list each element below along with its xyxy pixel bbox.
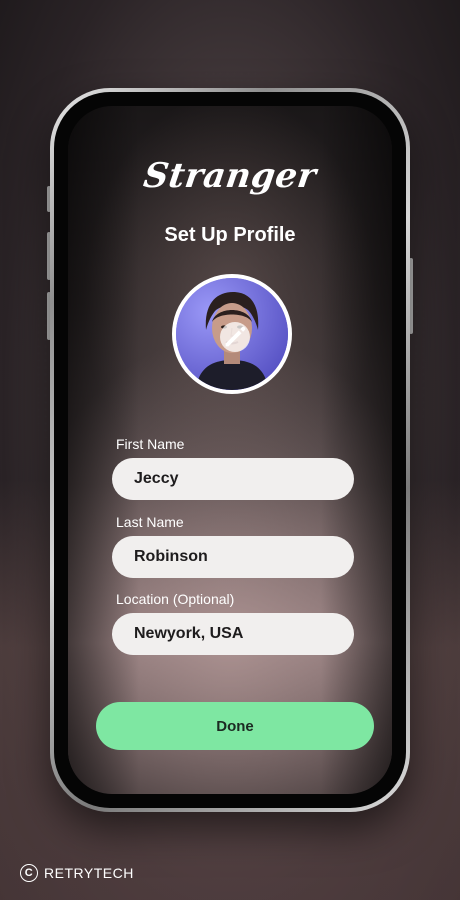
edit-photo-button[interactable] bbox=[220, 322, 250, 352]
brand-watermark: C RETRYTECH bbox=[20, 864, 134, 882]
last-name-label: Last Name bbox=[116, 514, 184, 530]
first-name-field[interactable] bbox=[112, 458, 354, 500]
done-button[interactable]: Done bbox=[96, 702, 374, 750]
phone-bezel: Stranger Set Up Profile First Name Jeccy… bbox=[54, 92, 406, 808]
location-label: Location (Optional) bbox=[116, 591, 235, 607]
phone-screen: Stranger Set Up Profile First Name Jeccy… bbox=[68, 106, 392, 794]
pencil-icon bbox=[225, 326, 246, 347]
location-field[interactable] bbox=[112, 613, 354, 655]
brand-name: RETRYTECH bbox=[44, 865, 134, 881]
app-logo: Stranger bbox=[141, 156, 319, 196]
page-title: Set Up Profile bbox=[164, 224, 296, 246]
phone-frame: Stranger Set Up Profile First Name Jeccy… bbox=[50, 88, 410, 812]
first-name-label: First Name bbox=[116, 436, 185, 452]
avatar[interactable] bbox=[172, 274, 292, 394]
copyright-icon: C bbox=[20, 864, 38, 882]
last-name-field[interactable] bbox=[112, 536, 354, 578]
